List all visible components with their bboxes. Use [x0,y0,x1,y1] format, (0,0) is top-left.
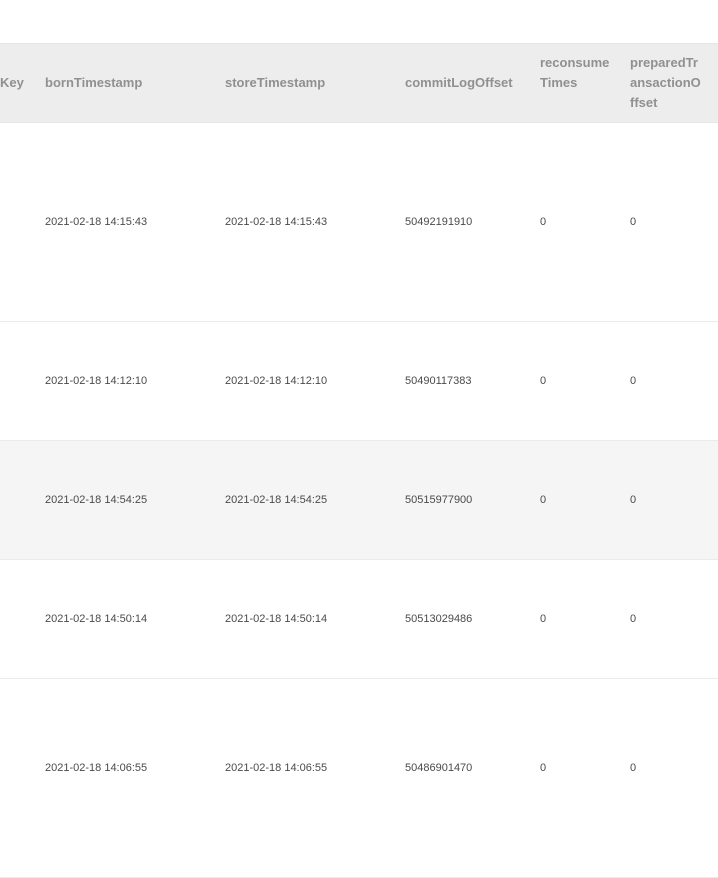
born-timestamp-cell: 2021-02-18 14:15:43 [45,216,148,228]
column-header-prepared-transaction-offset[interactable]: preparedTr ansactionO ffset [630,53,702,113]
commit-log-offset-cell: 50515977900 [405,494,473,506]
reconsume-times-cell: 0 [540,613,547,625]
born-timestamp-cell: 2021-02-18 14:12:10 [45,375,148,387]
born-timestamp-cell: 2021-02-18 14:06:55 [45,762,148,774]
column-header-store-timestamp[interactable]: storeTimestamp [225,73,325,93]
reconsume-times-cell: 0 [540,762,547,774]
table-row[interactable]: 2021-02-18 14:12:10 2021-02-18 14:12:10 … [0,322,718,441]
table-row[interactable]: 2021-02-18 14:06:55 2021-02-18 14:06:55 … [0,679,718,878]
prepared-transaction-offset-cell: 0 [630,762,637,774]
born-timestamp-cell: 2021-02-18 14:50:14 [45,613,148,625]
prepared-transaction-offset-cell: 0 [630,494,637,506]
reconsume-times-cell: 0 [540,216,547,228]
prepared-transaction-offset-cell: 0 [630,613,637,625]
store-timestamp-cell: 2021-02-18 14:15:43 [225,216,328,228]
column-header-reconsume-times[interactable]: reconsume Times [540,53,612,93]
prepared-transaction-offset-cell: 0 [630,216,637,228]
column-header-commit-log-offset[interactable]: commitLogOffset [405,73,513,93]
born-timestamp-cell: 2021-02-18 14:54:25 [45,494,148,506]
reconsume-times-cell: 0 [540,375,547,387]
table-row[interactable]: 2021-02-18 14:15:43 2021-02-18 14:15:43 … [0,123,718,322]
prepared-transaction-offset-cell: 0 [630,375,637,387]
commit-log-offset-cell: 50486901470 [405,762,473,774]
message-table: Key bornTimestamp storeTimestamp commitL… [0,43,718,878]
store-timestamp-cell: 2021-02-18 14:50:14 [225,613,328,625]
column-header-born-timestamp[interactable]: bornTimestamp [45,73,142,93]
commit-log-offset-cell: 50490117383 [405,375,472,387]
column-header-key[interactable]: Key [0,73,24,93]
table-header: Key bornTimestamp storeTimestamp commitL… [0,43,718,123]
commit-log-offset-cell: 50492191910 [405,216,473,228]
store-timestamp-cell: 2021-02-18 14:12:10 [225,375,328,387]
table-row[interactable]: 2021-02-18 14:50:14 2021-02-18 14:50:14 … [0,560,718,679]
commit-log-offset-cell: 50513029486 [405,613,473,625]
reconsume-times-cell: 0 [540,494,547,506]
store-timestamp-cell: 2021-02-18 14:06:55 [225,762,328,774]
store-timestamp-cell: 2021-02-18 14:54:25 [225,494,328,506]
table-row[interactable]: 2021-02-18 14:54:25 2021-02-18 14:54:25 … [0,441,718,560]
